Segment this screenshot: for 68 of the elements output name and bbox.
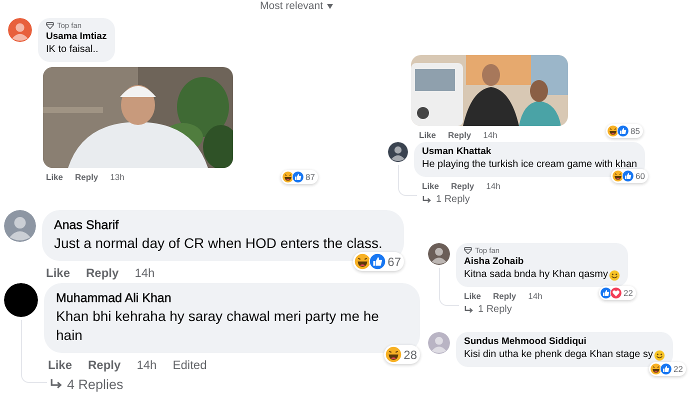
action-link[interactable]: Like [48, 358, 72, 372]
reply-arrow-icon [50, 379, 63, 390]
reply-arrow-icon [464, 306, 474, 314]
author-name[interactable]: Muhammad Ali Khan [56, 290, 172, 307]
action-link[interactable]: Reply [88, 358, 121, 372]
action-link[interactable]: Reply [451, 181, 474, 191]
laughing-face-icon [384, 346, 402, 363]
action-link[interactable]: Like [422, 181, 440, 191]
action-link[interactable]: Reply [86, 266, 119, 280]
author-name[interactable]: Anas Sharif [54, 217, 119, 234]
comment-text: Khan bhi kehraha hy saray chawal meri party me he hain [56, 307, 380, 345]
laughing-face-icon [354, 253, 371, 270]
laughing-face-icon [282, 171, 294, 183]
view-replies-link[interactable]: 1 Reply [456, 301, 512, 315]
smiley-icon [654, 350, 666, 360]
thread-line [439, 268, 459, 306]
author-name[interactable]: Usman Khattak [422, 145, 492, 158]
view-replies-link[interactable]: 1 Reply [414, 191, 470, 205]
laughing-face-icon [606, 125, 619, 137]
sort-dropdown[interactable]: Most relevant [258, 0, 336, 12]
author-name[interactable]: Aisha Zohaib [464, 255, 524, 268]
reply-arrow-icon [422, 196, 432, 204]
action-link[interactable]: Like [46, 266, 70, 280]
reaction-count[interactable]: 22 [598, 286, 636, 300]
reaction-count[interactable]: 87 [280, 170, 318, 184]
meta-text: 14h [528, 291, 542, 301]
author-name[interactable]: Usama Imtiaz [46, 30, 107, 43]
thread-line [398, 165, 417, 196]
laughing-face-icon [612, 170, 624, 182]
thumbs-up-icon [660, 363, 672, 375]
reaction-count[interactable]: 22 [648, 362, 686, 376]
reaction-count[interactable]: 28 [384, 345, 420, 364]
action-link[interactable]: Like [46, 172, 64, 182]
meta-text: 14h [486, 181, 500, 191]
action-link[interactable]: Reply [75, 172, 98, 182]
meta-text: 14h [134, 266, 155, 280]
reaction-count[interactable]: 60 [610, 169, 648, 183]
comment-text: He playing the turkish ice cream game with khan [422, 158, 638, 172]
meta-text: Edited [172, 358, 207, 372]
action-link[interactable]: Like [464, 291, 482, 301]
avatar[interactable] [388, 142, 408, 162]
avatar[interactable] [428, 243, 450, 265]
action-link[interactable]: Reply [448, 130, 472, 140]
caret-icon [327, 4, 334, 8]
thread-line [21, 320, 47, 383]
meta-text: 13h [110, 172, 124, 182]
comment-text: Kisi din utha ke phenk dega Khan stage sy [464, 348, 654, 362]
laughing-face-icon [650, 363, 662, 375]
comment-text: Just a normal day of CR when HOD enters the class. [54, 234, 382, 253]
diamond-icon [464, 247, 472, 254]
diamond-icon [46, 22, 54, 29]
comment-text: Kitna sada bnda hy Khan qasmy [464, 268, 608, 282]
meta-text: 14h [483, 130, 498, 140]
smiley-icon [608, 270, 620, 280]
heart-icon [610, 287, 622, 299]
reaction-count[interactable]: 67 [352, 252, 404, 271]
thumbs-up-icon [622, 170, 634, 182]
comment-text: IK to faisal.. [46, 43, 98, 57]
thumbs-up-icon [616, 125, 629, 137]
meta-text: 14h [136, 358, 157, 372]
author-name[interactable]: Sundus Mehmood Siddiqui [464, 335, 586, 348]
avatar[interactable] [4, 283, 38, 317]
thumbs-up-icon [292, 171, 304, 183]
action-link[interactable]: Like [419, 130, 436, 140]
thumbs-up-icon [368, 253, 386, 270]
view-replies-link[interactable]: 4 Replies [44, 372, 124, 392]
reaction-count[interactable]: 85 [606, 124, 643, 138]
action-link[interactable]: Reply [493, 291, 516, 301]
